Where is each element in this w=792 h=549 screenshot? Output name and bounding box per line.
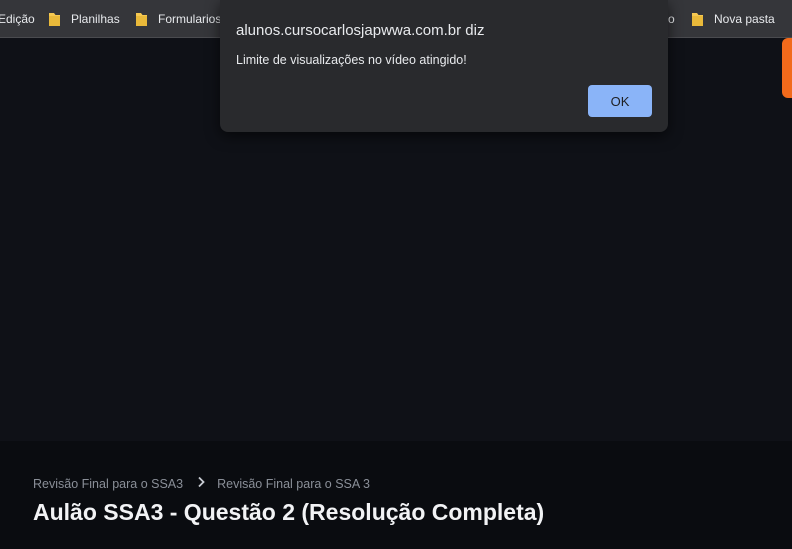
bookmark-edicao[interactable]: Edição: [0, 0, 35, 38]
bookmark-label: Planilhas: [71, 12, 120, 26]
bookmark-planilhas[interactable]: Planilhas: [48, 0, 120, 38]
ok-button[interactable]: OK: [588, 85, 652, 117]
breadcrumb: Revisão Final para o SSA3 Revisão Final …: [33, 476, 370, 491]
bookmark-formularios[interactable]: Formularios: [135, 0, 221, 38]
folder-icon: [48, 12, 61, 27]
breadcrumb-item-course[interactable]: Revisão Final para o SSA3: [33, 477, 183, 491]
bookmark-label: o: [668, 12, 675, 26]
breadcrumb-item-module[interactable]: Revisão Final para o SSA 3: [217, 477, 370, 491]
bookmark-partial[interactable]: o: [668, 0, 675, 38]
page-title: Aulão SSA3 - Questão 2 (Resolução Comple…: [33, 499, 545, 525]
dialog-title: alunos.cursocarlosjapwwa.com.br diz: [236, 22, 485, 39]
bookmark-nova-pasta[interactable]: Nova pasta: [691, 0, 775, 38]
chevron-right-icon: [197, 476, 205, 491]
lesson-info: Revisão Final para o SSA3 Revisão Final …: [0, 441, 792, 549]
alert-dialog: alunos.cursocarlosjapwwa.com.br diz Limi…: [220, 0, 668, 132]
bookmark-label: Edição: [0, 12, 35, 26]
dialog-message: Limite de visualizações no vídeo atingid…: [236, 53, 467, 67]
page: Edição Planilhas Formularios o Nova past…: [0, 0, 792, 549]
side-panel-tab[interactable]: [782, 38, 792, 98]
bookmark-label: Nova pasta: [714, 12, 775, 26]
bookmark-label: Formularios: [158, 12, 222, 26]
folder-icon: [135, 12, 148, 27]
folder-icon: [691, 12, 704, 27]
